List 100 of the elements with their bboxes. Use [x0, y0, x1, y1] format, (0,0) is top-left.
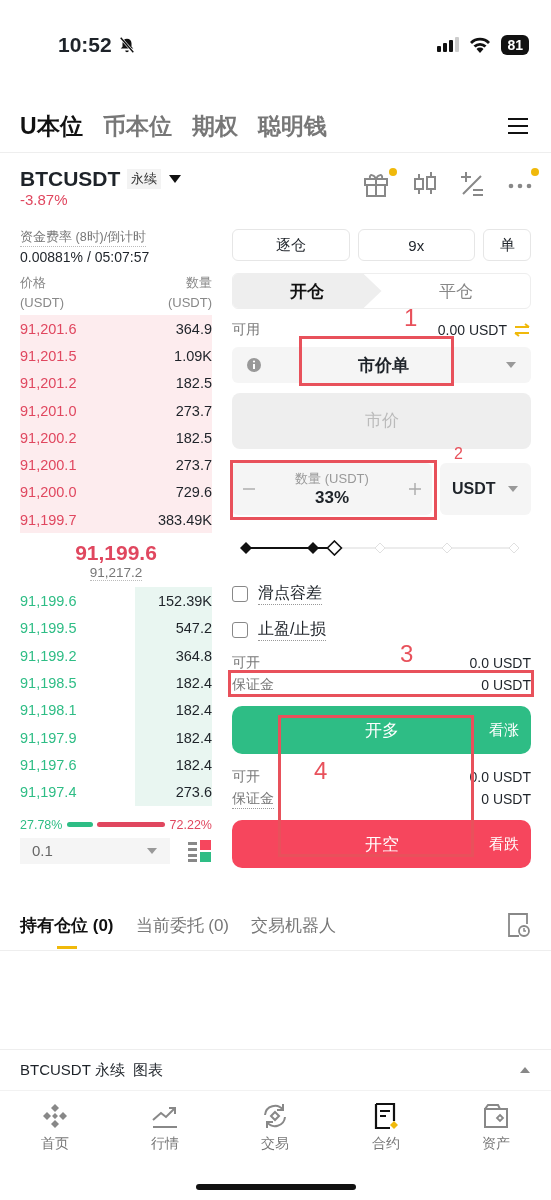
sell-ratio: 72.22% — [169, 817, 212, 832]
mark-price: 91,217.2 — [89, 565, 143, 582]
bell-muted-icon — [117, 36, 136, 54]
market-tab[interactable]: 聪明钱 — [257, 110, 327, 142]
position-tab[interactable]: 当前委托 (0) — [135, 901, 229, 949]
quantity-header: 数量 — [186, 274, 212, 292]
ask-quantity: 182.5 — [175, 429, 212, 446]
caret-icon — [146, 846, 158, 855]
leverage-button[interactable]: 9x — [357, 229, 475, 261]
info-value: 0 USDT — [481, 677, 531, 693]
ask-price: 91,199.7 — [20, 511, 77, 528]
margin-mode-button[interactable]: 逐仓 — [232, 229, 350, 261]
precision-select[interactable]: 0.1 — [20, 837, 170, 864]
info-value: 0.0 USDT — [469, 655, 531, 671]
nav-item[interactable]: 合约 — [350, 1101, 421, 1153]
market-tab[interactable]: 币本位 — [102, 110, 172, 142]
bid-price: 91,199.5 — [20, 620, 77, 637]
ask-quantity: 182.5 — [175, 375, 212, 392]
position-tab[interactable]: 交易机器人 — [251, 901, 336, 949]
bid-quantity: 182.4 — [175, 729, 212, 746]
market-tab[interactable]: 期权 — [191, 110, 238, 142]
bid-quantity: 547.2 — [175, 620, 212, 637]
price-unit: (USDT) — [20, 294, 65, 312]
position-side-tab[interactable]: 开仓 — [233, 274, 382, 308]
ask-quantity: 1.09K — [174, 347, 212, 364]
info-label: 可开 — [232, 654, 260, 672]
order-type-select[interactable]: 市价单 — [232, 347, 531, 383]
caret-icon — [505, 361, 517, 369]
info-label: 可开 — [232, 768, 260, 786]
ask-price: 91,201.2 — [20, 375, 77, 392]
bid-quantity: 182.4 — [175, 674, 212, 691]
caret-icon — [507, 485, 519, 493]
book-layout-icon[interactable] — [188, 838, 212, 863]
bid-price: 91,198.5 — [20, 674, 77, 691]
checkbox[interactable] — [232, 622, 248, 638]
ask-price: 91,200.2 — [20, 429, 77, 446]
nav-item[interactable]: 行情 — [130, 1101, 201, 1153]
transfer-icon[interactable] — [513, 323, 531, 337]
order-button[interactable]: 开空 看跌 — [232, 820, 531, 868]
bid-price: 91,198.1 — [20, 702, 77, 719]
annotation-number: 2 — [454, 446, 463, 462]
bid-quantity: 182.4 — [175, 702, 212, 719]
dropdown-caret-icon[interactable] — [168, 174, 183, 184]
info-label: 保证金 — [232, 675, 274, 695]
last-price: 91,199.6 — [74, 541, 158, 566]
ask-price: 91,200.1 — [20, 457, 77, 474]
ask-quantity: 383.49K — [157, 511, 212, 528]
nav-item[interactable]: 资产 — [460, 1101, 531, 1153]
available-label: 可用 — [232, 321, 260, 339]
status-time: 10:52 — [58, 33, 112, 57]
price-header: 价格 — [20, 274, 47, 292]
expand-caret-icon[interactable] — [519, 1066, 531, 1074]
history-document-icon[interactable] — [507, 912, 531, 938]
funding-rate-label: 资金费率 (8时)/倒计时 — [20, 229, 147, 247]
bid-price: 91,197.4 — [20, 784, 77, 801]
unit-select[interactable]: USDT — [440, 463, 531, 515]
funding-rate-value: 0.00881% / 05:07:57 — [20, 249, 151, 265]
position-side-tab[interactable]: 平仓 — [381, 274, 530, 308]
ask-price: 91,201.0 — [20, 402, 77, 419]
ask-quantity: 273.7 — [175, 457, 212, 474]
bid-price: 91,197.6 — [20, 756, 77, 773]
option-label[interactable]: 止盈/止损 — [258, 619, 327, 641]
symbol-name[interactable]: BTCUSDT — [20, 167, 121, 191]
ask-quantity: 273.7 — [175, 402, 212, 419]
annotation-number: 1 — [404, 306, 418, 330]
info-value: 0 USDT — [481, 791, 531, 807]
market-tab[interactable]: U本位 — [20, 110, 83, 142]
ask-price: 91,200.0 — [20, 484, 77, 501]
bid-quantity: 152.39K — [157, 593, 212, 609]
nav-item[interactable]: 首页 — [20, 1101, 91, 1153]
option-label[interactable]: 滑点容差 — [258, 583, 322, 605]
info-label: 保证金 — [232, 789, 274, 809]
ask-quantity: 729.6 — [175, 484, 212, 501]
bid-quantity: 364.8 — [175, 647, 212, 664]
bid-price: 91,199.6 — [20, 593, 77, 609]
ask-price: 91,201.6 — [20, 320, 77, 337]
wifi-icon — [469, 37, 492, 53]
bid-price: 91,199.2 — [20, 647, 77, 664]
menu-icon[interactable] — [507, 117, 529, 135]
annotation-number: 4 — [314, 759, 328, 783]
quantity-unit: (USDT) — [167, 294, 212, 312]
buy-ratio: 27.78% — [20, 817, 63, 832]
slider-thumb[interactable] — [326, 540, 343, 556]
position-mode-button[interactable]: 单 — [483, 229, 531, 261]
info-icon[interactable] — [246, 357, 262, 373]
ask-quantity: 364.9 — [175, 320, 212, 337]
bid-price: 91,197.9 — [20, 729, 77, 746]
nav-item[interactable]: 交易 — [240, 1101, 311, 1153]
chart-link[interactable]: 图表 — [132, 1060, 163, 1080]
ask-price: 91,201.5 — [20, 347, 77, 364]
bid-quantity: 273.6 — [175, 784, 212, 801]
available-balance: 0.00 USDT — [437, 322, 507, 338]
contract-type-tag: 永续 — [127, 169, 162, 189]
annotation-number: 3 — [400, 642, 414, 666]
checkbox[interactable] — [232, 586, 248, 602]
calculator-icon[interactable] — [459, 170, 485, 198]
chart-bar-title: BTCUSDT 永续 — [20, 1060, 125, 1080]
bid-quantity: 182.4 — [175, 756, 212, 773]
battery-indicator: 81 — [501, 35, 529, 55]
price-change: -3.87% — [20, 191, 69, 208]
